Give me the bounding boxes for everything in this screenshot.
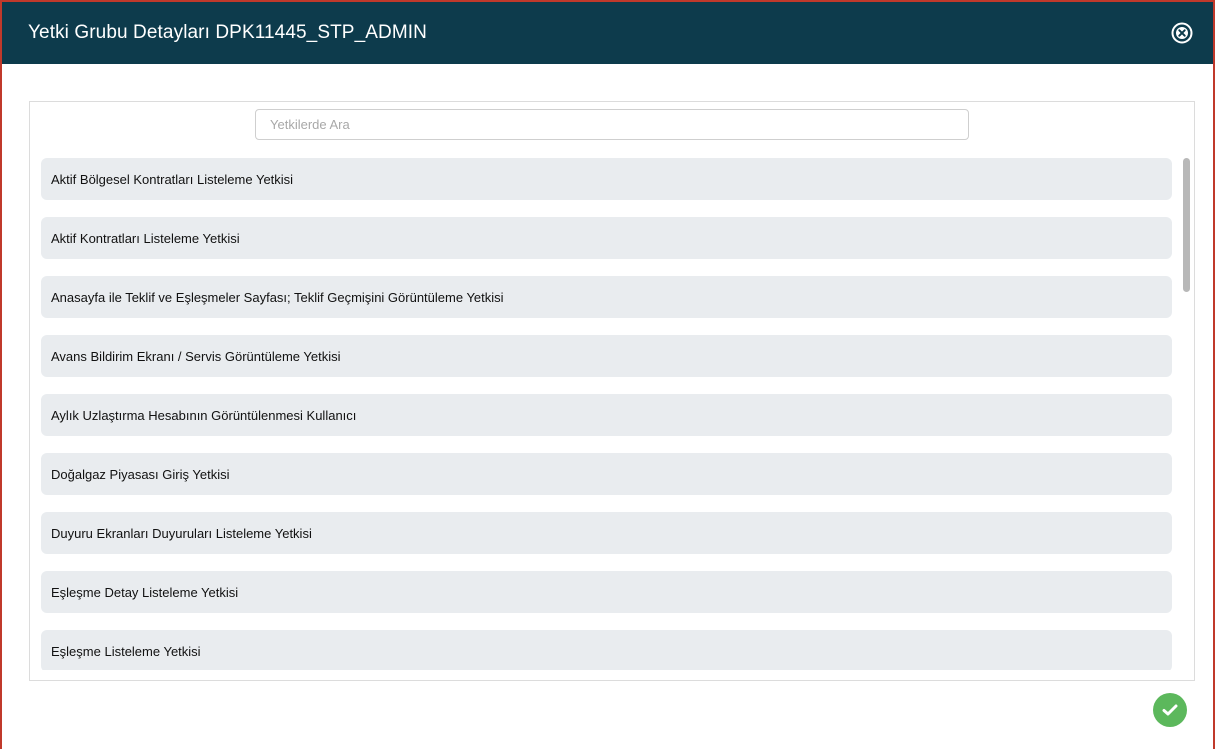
permission-label: Duyuru Ekranları Duyuruları Listeleme Ye… [51,525,312,541]
modal-header: Yetki Grubu Detayları DPK11445_STP_ADMIN [2,2,1213,64]
permission-label: Aylık Uzlaştırma Hesabının Görüntülenmes… [51,407,357,423]
permission-item[interactable]: Doğalgaz Piyasası Giriş Yetkisi [41,453,1172,495]
permission-item[interactable]: Aylık Uzlaştırma Hesabının Görüntülenmes… [41,394,1172,436]
permission-item[interactable]: Eşleşme Listeleme Yetkisi [41,630,1172,670]
close-circle-icon[interactable] [1171,22,1193,44]
confirm-button[interactable] [1153,693,1187,727]
permission-label: Eşleşme Listeleme Yetkisi [51,643,201,659]
permission-item[interactable]: Aktif Kontratları Listeleme Yetkisi [41,217,1172,259]
permission-item[interactable]: Anasayfa ile Teklif ve Eşleşmeler Sayfas… [41,276,1172,318]
modal-title: Yetki Grubu Detayları DPK11445_STP_ADMIN [28,22,427,43]
permission-label: Doğalgaz Piyasası Giriş Yetkisi [51,466,230,482]
permission-search-input[interactable] [255,109,969,140]
permission-list: Aktif Bölgesel Kontratları Listeleme Yet… [41,158,1172,670]
permission-group-modal: Yetki Grubu Detayları DPK11445_STP_ADMIN… [0,0,1215,749]
check-icon [1162,704,1178,716]
permission-label: Avans Bildirim Ekranı / Servis Görüntüle… [51,348,341,364]
permission-label: Eşleşme Detay Listeleme Yetkisi [51,584,239,600]
permission-item[interactable]: Duyuru Ekranları Duyuruları Listeleme Ye… [41,512,1172,554]
permissions-panel: Aktif Bölgesel Kontratları Listeleme Yet… [29,101,1195,681]
scrollbar-thumb[interactable] [1183,158,1190,292]
permission-item[interactable]: Aktif Bölgesel Kontratları Listeleme Yet… [41,158,1172,200]
permission-item[interactable]: Eşleşme Detay Listeleme Yetkisi [41,571,1172,613]
permission-label: Aktif Bölgesel Kontratları Listeleme Yet… [51,171,294,187]
list-scrollbar[interactable] [1183,158,1191,678]
permission-label: Aktif Kontratları Listeleme Yetkisi [51,230,240,246]
permission-item[interactable]: Avans Bildirim Ekranı / Servis Görüntüle… [41,335,1172,377]
permission-label: Anasayfa ile Teklif ve Eşleşmeler Sayfas… [51,289,504,305]
